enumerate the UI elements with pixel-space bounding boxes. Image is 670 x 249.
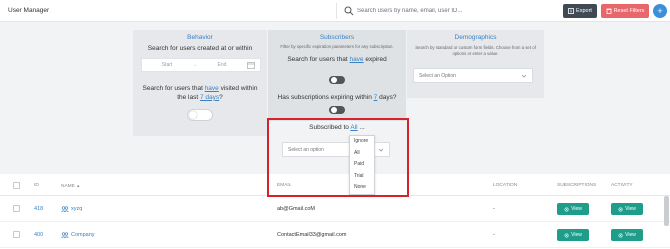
sort-icon: ▲	[76, 183, 81, 188]
gear-icon	[564, 207, 569, 211]
search-input[interactable]	[357, 5, 547, 17]
trash-icon	[606, 8, 612, 14]
demographics-subtitle: Search by standard or custom form fields…	[415, 45, 536, 56]
header-location[interactable]: LOCATION	[493, 183, 517, 188]
gear-icon	[618, 233, 623, 237]
plus-icon: +	[657, 5, 663, 16]
row-checkbox[interactable]	[13, 205, 20, 212]
view-subscriptions-button[interactable]: View	[557, 203, 589, 215]
export-icon	[568, 8, 574, 14]
table-row[interactable]: 418 xyzq ab@Gmail.coM - View View	[0, 196, 670, 222]
toggle-knob	[189, 111, 197, 119]
header-subscriptions: SUBSCRIPTIONS	[557, 183, 597, 188]
demographics-select[interactable]: Select an Option	[413, 68, 533, 83]
search-icon	[344, 6, 354, 16]
user-email: ab@Gmail.coM	[277, 206, 315, 212]
user-location: -	[493, 232, 495, 238]
user-name[interactable]: Company	[61, 232, 95, 238]
app-title: User Manager	[8, 7, 50, 14]
calendar-icon	[247, 62, 255, 69]
user-email: ContactEmail33@gmail.com	[277, 232, 347, 238]
visited-toggle[interactable]	[187, 109, 213, 121]
view-activity-button[interactable]: View	[611, 203, 643, 215]
export-label: Export	[576, 8, 592, 14]
visited-have-link[interactable]: have	[205, 85, 219, 92]
date-range-picker[interactable]: Start → End	[141, 58, 261, 72]
top-bar: User Manager Export Reset Filters +	[0, 0, 670, 22]
expiring-toggle[interactable]	[329, 106, 345, 114]
header-name[interactable]: NAME ▲	[61, 183, 80, 189]
chevron-down-icon	[521, 74, 527, 78]
select-all-checkbox[interactable]	[13, 182, 20, 189]
row-checkbox[interactable]	[13, 231, 20, 238]
expiring-filter-label: Has subscriptions expiring within 7 days…	[277, 94, 397, 101]
expired-have-link[interactable]: have	[349, 56, 363, 63]
behavior-title: Behavior	[187, 34, 213, 41]
users-icon	[61, 232, 69, 238]
gear-icon	[564, 233, 569, 237]
user-name[interactable]: xyzq	[61, 206, 82, 212]
subscribers-title: Subscribers	[319, 34, 355, 41]
toggle-knob	[331, 77, 337, 83]
end-date-input[interactable]: End	[197, 62, 247, 68]
export-button[interactable]: Export	[563, 4, 597, 18]
gear-icon	[618, 207, 623, 211]
demographics-title: Demographics	[454, 34, 497, 41]
add-user-button[interactable]: +	[653, 4, 667, 18]
expired-toggle[interactable]	[329, 76, 345, 84]
visited-filter-label: Search for users that have visited withi…	[142, 85, 258, 101]
view-subscriptions-button[interactable]: View	[557, 229, 589, 241]
highlight-box	[267, 118, 409, 197]
user-id[interactable]: 400	[34, 232, 43, 238]
reset-filters-button[interactable]: Reset Filters	[601, 4, 649, 18]
behavior-panel: Behavior Search for users created at or …	[133, 30, 267, 136]
table-row[interactable]: 400 Company ContactEmail33@gmail.com - V…	[0, 222, 670, 248]
subscribers-subtitle: Filter by specific expiration parameters…	[280, 44, 394, 49]
created-filter-label: Search for users created at or within	[147, 45, 253, 52]
vertical-scrollbar[interactable]	[664, 196, 669, 226]
toggle-knob	[331, 107, 337, 113]
user-id[interactable]: 418	[34, 206, 43, 212]
user-location: -	[493, 206, 495, 212]
search-bar[interactable]	[336, 3, 554, 19]
users-icon	[61, 206, 69, 212]
demographics-select-value: Select an Option	[419, 72, 456, 79]
start-date-input[interactable]: Start	[142, 62, 192, 68]
header-id[interactable]: ID	[34, 183, 39, 188]
reset-filters-label: Reset Filters	[613, 8, 645, 14]
header-activity: ACTIVITY	[611, 183, 633, 188]
view-activity-button[interactable]: View	[611, 229, 643, 241]
expired-filter-label: Search for users that have expired	[287, 55, 387, 63]
visited-days-link[interactable]: 7 days	[200, 94, 219, 101]
demographics-panel: Demographics Search by standard or custo…	[407, 30, 544, 98]
